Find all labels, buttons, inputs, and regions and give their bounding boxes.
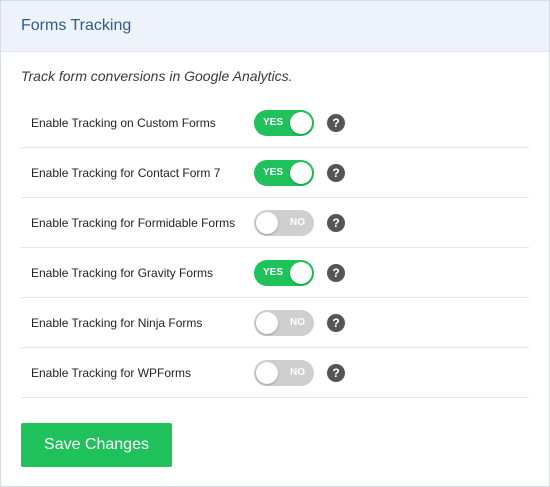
toggle-knob: [256, 211, 278, 234]
toggle-state-text: YES: [263, 266, 284, 278]
panel-description: Track form conversions in Google Analyti…: [21, 68, 293, 84]
setting-label: Enable Tracking for WPForms: [31, 365, 192, 380]
toggle-state-text: NO: [290, 216, 305, 228]
setting-row-ninja-forms: Enable Tracking for Ninja Forms NO ?: [21, 298, 529, 348]
panel-body: Track form conversions in Google Analyti…: [1, 52, 549, 467]
setting-row-gravity-forms: Enable Tracking for Gravity Forms YES ?: [21, 248, 529, 298]
contact-form-7-toggle[interactable]: YES: [254, 159, 314, 186]
setting-label: Enable Tracking for Gravity Forms: [31, 265, 214, 280]
setting-row-contact-form-7: Enable Tracking for Contact Form 7 YES ?: [21, 148, 529, 198]
toggle-knob: [256, 361, 278, 384]
toggle-knob: [256, 311, 278, 334]
toggle-state-text: YES: [263, 116, 284, 128]
setting-label: Enable Tracking for Ninja Forms: [31, 315, 203, 330]
setting-row-custom-forms: Enable Tracking on Custom Forms YES ?: [21, 98, 529, 148]
panel-title: Forms Tracking: [21, 17, 132, 34]
help-icon[interactable]: ?: [327, 163, 345, 182]
toggle-state-text: NO: [290, 316, 305, 328]
setting-label: Enable Tracking for Formidable Forms: [31, 215, 236, 230]
ninja-forms-toggle[interactable]: NO: [254, 309, 314, 336]
wpforms-toggle[interactable]: NO: [254, 359, 314, 386]
setting-label: Enable Tracking on Custom Forms: [31, 115, 216, 130]
help-icon[interactable]: ?: [327, 213, 345, 232]
help-icon[interactable]: ?: [327, 313, 345, 332]
toggle-knob: [290, 111, 312, 134]
help-icon[interactable]: ?: [327, 113, 345, 132]
setting-row-wpforms: Enable Tracking for WPForms NO ?: [21, 348, 529, 398]
formidable-forms-toggle[interactable]: NO: [254, 209, 314, 236]
gravity-forms-toggle[interactable]: YES: [254, 259, 314, 286]
forms-tracking-panel: Forms Tracking Track form conversions in…: [0, 0, 550, 487]
setting-row-formidable-forms: Enable Tracking for Formidable Forms NO …: [21, 198, 529, 248]
save-changes-button[interactable]: Save Changes: [21, 423, 172, 467]
help-icon[interactable]: ?: [327, 363, 345, 382]
panel-header: Forms Tracking: [1, 1, 549, 52]
toggle-knob: [290, 161, 312, 184]
panel-footer: Save Changes: [21, 398, 529, 467]
toggle-state-text: YES: [263, 166, 284, 178]
help-icon[interactable]: ?: [327, 263, 345, 282]
toggle-knob: [290, 261, 312, 284]
custom-forms-toggle[interactable]: YES: [254, 109, 314, 136]
toggle-state-text: NO: [290, 366, 305, 378]
setting-label: Enable Tracking for Contact Form 7: [31, 165, 221, 180]
